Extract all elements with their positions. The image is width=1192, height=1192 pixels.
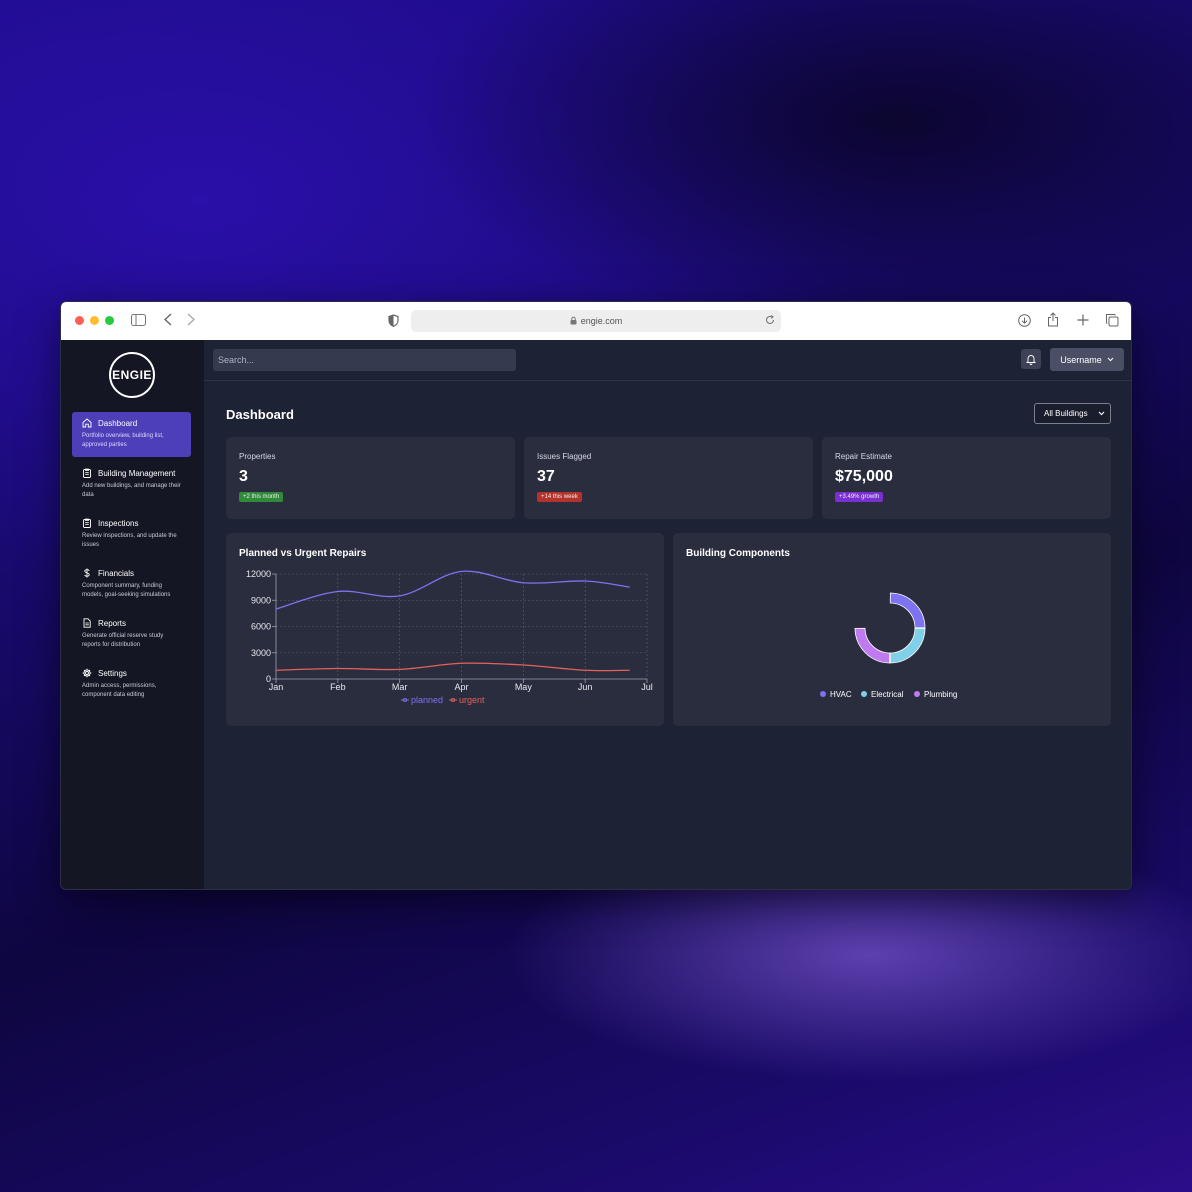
- stat-value: 37: [537, 468, 555, 485]
- legend-dot: [861, 691, 867, 697]
- x-tick-label: Feb: [330, 682, 346, 692]
- stat-card-properties: Properties 3 +2 this month: [226, 437, 515, 519]
- donut-slice-electrical: [889, 627, 926, 664]
- x-tick-label: Mar: [392, 682, 408, 692]
- repairs-line-chart: 030006000900012000Jan Feb Mar Apr May Jun Julp…: [246, 569, 653, 705]
- x-tick-label: Jun: [578, 682, 593, 692]
- sidebar-item-description: Add new buildings, and manage their data: [82, 483, 181, 498]
- page-title: Dashboard: [226, 407, 294, 422]
- sidebar-item-label: Building Management: [98, 468, 176, 478]
- stat-value: 3: [239, 468, 248, 485]
- sidebar-item-description: Portfolio overview, building list, appro…: [82, 433, 164, 448]
- user-menu-button[interactable]: Username: [1050, 348, 1124, 371]
- x-tick-label: Jul: [641, 682, 653, 692]
- window-controls: [75, 316, 114, 325]
- y-tick-label: 12000: [246, 569, 271, 579]
- sidebar-item-label: Financials: [98, 568, 135, 578]
- sidebar-item-reports[interactable]: Reports Generate official reserve study …: [72, 612, 191, 657]
- components-donut-chart: HVAC Electrical Plumbing: [820, 592, 957, 699]
- close-window-button[interactable]: [75, 316, 84, 325]
- document-icon: [83, 618, 91, 628]
- stat-badge: +14 this week: [537, 492, 582, 502]
- share-icon[interactable]: [1047, 312, 1059, 329]
- sidebar-nav: Dashboard Portfolio overview, building l…: [72, 412, 191, 712]
- legend-label-planned: planned: [411, 695, 443, 705]
- stat-badge: +2 this month: [239, 492, 284, 502]
- legend-label-plumbing: Plumbing: [924, 690, 957, 699]
- maximize-window-button[interactable]: [105, 316, 114, 325]
- lock-icon: [570, 316, 577, 327]
- sidebar: ENGIE Dashboard Portfolio overview, buil…: [61, 340, 204, 889]
- top-bar: Username: [204, 340, 1131, 381]
- repairs-chart-card: Planned vs Urgent Repairs 0 3000 6000 9000 1…: [226, 533, 664, 726]
- legend-dot: [820, 691, 826, 697]
- building-filter-value: All Buildings: [1044, 409, 1088, 418]
- username-label: Username: [1060, 354, 1102, 365]
- sidebar-item-description: Admin access, permissions, component dat…: [82, 683, 157, 698]
- tab-overview-icon[interactable]: [1105, 313, 1119, 329]
- sidebar-item-settings[interactable]: Settings Admin access, permissions, comp…: [72, 662, 191, 707]
- engie-logo[interactable]: ENGIE: [109, 352, 155, 398]
- sidebar-item-financials[interactable]: Financials Component summary, funding mo…: [72, 562, 191, 607]
- url-text: engie.com: [580, 316, 623, 326]
- y-tick-label: 6000: [251, 622, 271, 632]
- privacy-shield-icon[interactable]: [388, 314, 399, 329]
- sidebar-item-dashboard[interactable]: Dashboard Portfolio overview, building l…: [72, 412, 191, 457]
- sidebar-item-label: Reports: [98, 618, 127, 628]
- browser-titlebar: engie.com: [61, 302, 1131, 340]
- sidebar-item-label: Inspections: [98, 518, 139, 528]
- stat-label: Properties: [239, 452, 276, 461]
- chevron-down-icon: [1098, 411, 1105, 416]
- forward-icon[interactable]: [187, 313, 196, 328]
- legend-dot: [914, 691, 920, 697]
- sidebar-item-inspections[interactable]: Inspections Review inspections, and upda…: [72, 512, 191, 557]
- sidebar-item-building-management[interactable]: Building Management Add new buildings, a…: [72, 462, 191, 507]
- logo-text: ENGIE: [112, 368, 152, 382]
- chevron-down-icon: [1107, 357, 1114, 362]
- stat-label: Repair Estimate: [835, 452, 892, 461]
- gear-icon: [82, 668, 92, 678]
- x-tick-label: Jan: [269, 682, 284, 692]
- donut-slice-hvac: [889, 592, 926, 629]
- dollar-icon: [84, 568, 90, 578]
- clipboard-icon: [83, 468, 91, 478]
- home-icon: [82, 418, 92, 428]
- new-tab-icon[interactable]: [1077, 314, 1089, 328]
- minimize-window-button[interactable]: [90, 316, 99, 325]
- download-icon[interactable]: [1018, 314, 1031, 329]
- building-filter-select[interactable]: All Buildings: [1034, 403, 1111, 424]
- sidebar-item-label: Settings: [98, 668, 127, 678]
- legend-label-urgent: urgent: [459, 695, 485, 705]
- sidebar-item-label: Dashboard: [98, 418, 138, 428]
- series-line-planned: [275, 570, 630, 610]
- reload-icon[interactable]: [765, 315, 775, 328]
- legend-label-electrical: Electrical: [871, 690, 904, 699]
- sidebar-item-description: Review inspections, and update the issue…: [82, 533, 177, 548]
- x-tick-label: May: [515, 682, 533, 692]
- clipboard-icon: [83, 518, 91, 528]
- app: ENGIE Dashboard Portfolio overview, buil…: [61, 340, 1131, 889]
- main-content: Username Dashboard All Buildings Propert…: [204, 340, 1131, 889]
- browser-window: engie.com ENGIE Dashboard Portfolio over…: [60, 301, 1132, 890]
- sidebar-toggle-icon[interactable]: [131, 314, 146, 328]
- bell-icon: [1026, 354, 1036, 365]
- series-line-urgent: [275, 662, 630, 672]
- y-tick-label: 3000: [251, 648, 271, 658]
- stat-label: Issues Flagged: [537, 452, 592, 461]
- address-bar[interactable]: engie.com: [411, 310, 781, 332]
- donut-slice-plumbing: [854, 627, 891, 664]
- stat-badge: +3.49% growth: [835, 492, 884, 502]
- stat-card-issues: Issues Flagged 37 +14 this week: [524, 437, 813, 519]
- back-icon[interactable]: [163, 313, 172, 328]
- sidebar-item-description: Component summary, funding models, goal-…: [82, 583, 171, 598]
- stat-card-repair-estimate: Repair Estimate $75,000 +3.49% growth: [822, 437, 1111, 519]
- legend-label-hvac: HVAC: [830, 690, 852, 699]
- components-chart-card: Building Components HVAC Electrical Plumbi…: [673, 533, 1111, 726]
- search-input[interactable]: [213, 349, 516, 371]
- notifications-button[interactable]: [1021, 349, 1041, 369]
- sidebar-item-description: Generate official reserve study reports …: [82, 633, 164, 648]
- x-tick-label: Apr: [454, 682, 468, 692]
- y-tick-label: 9000: [251, 595, 271, 605]
- stat-value: $75,000: [835, 468, 893, 485]
